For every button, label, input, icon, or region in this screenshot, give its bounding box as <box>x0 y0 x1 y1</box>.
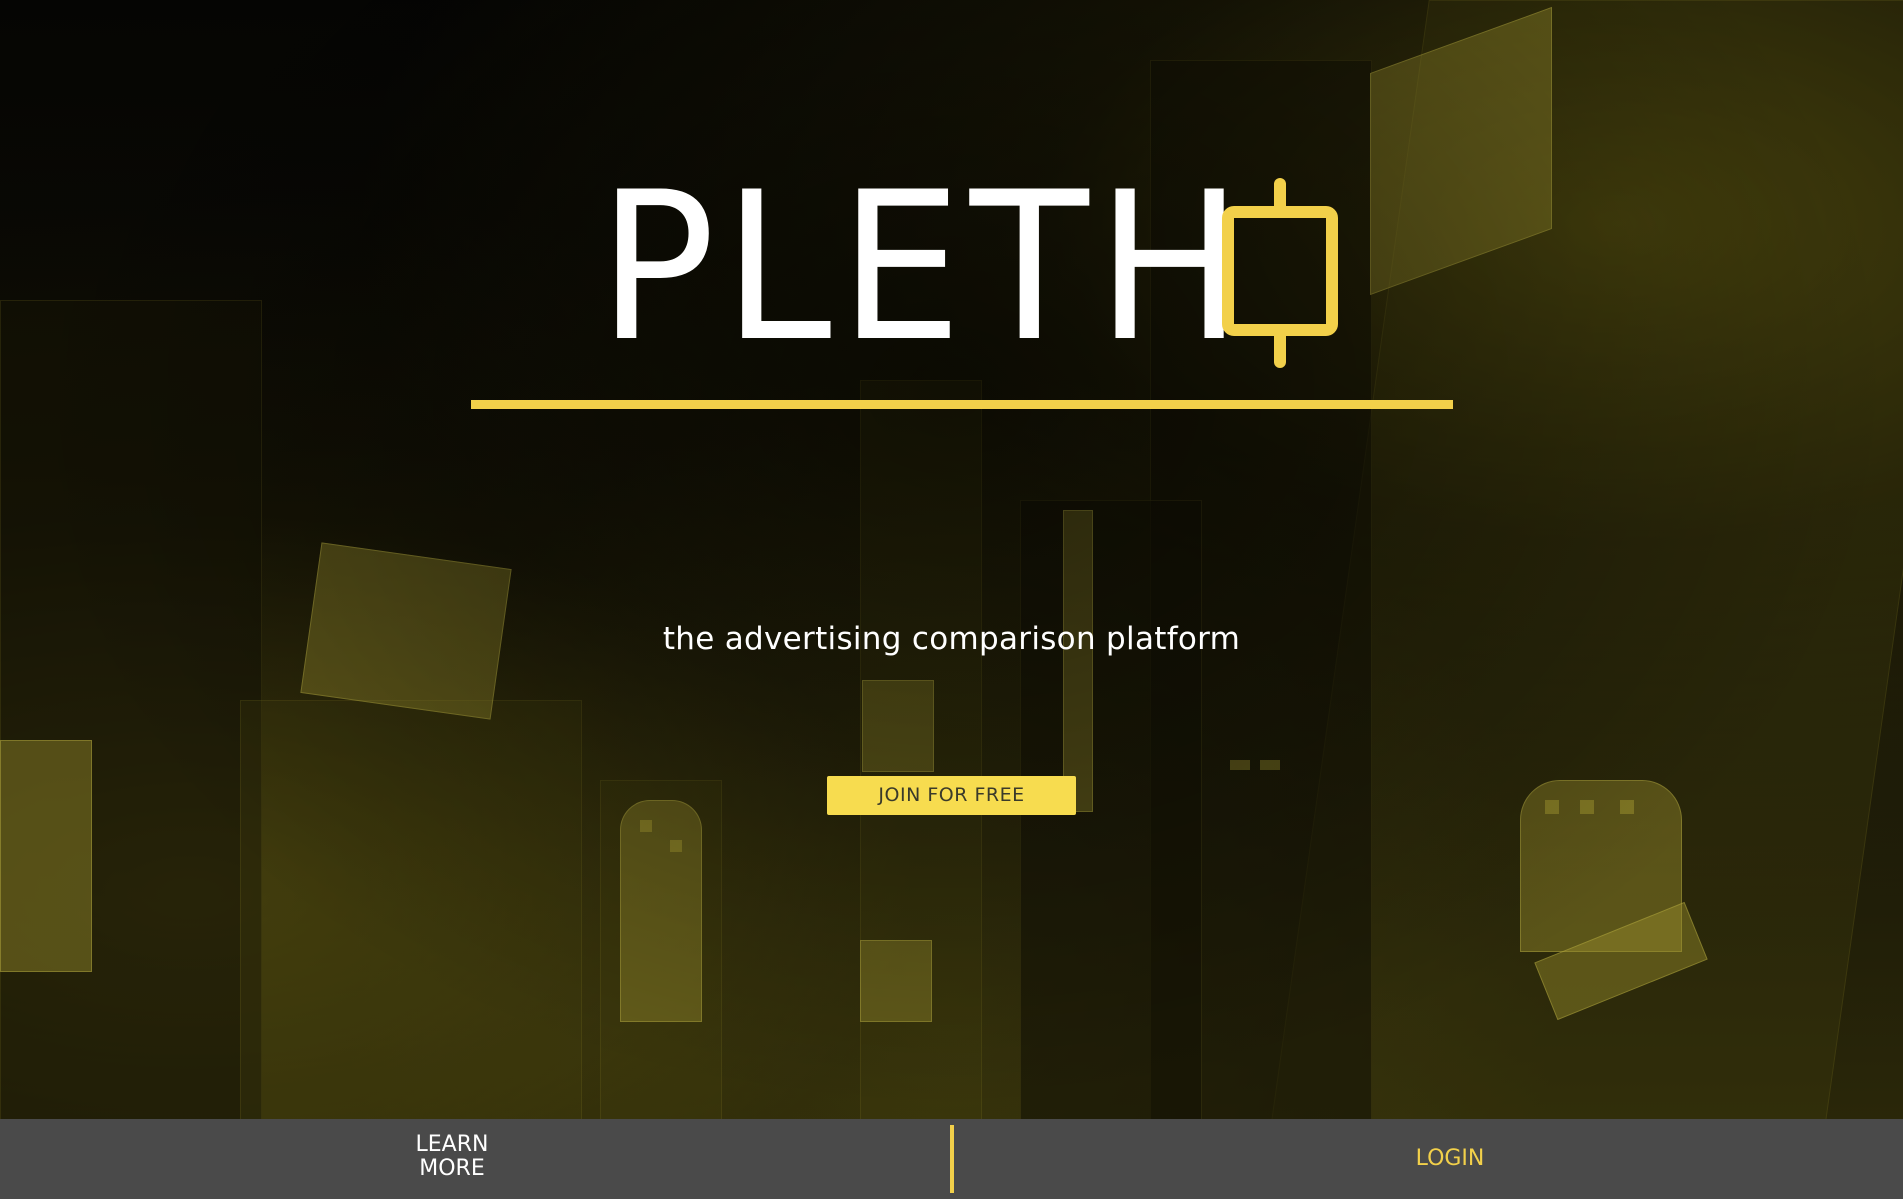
logo-underline <box>471 400 1453 409</box>
pletho-logo: PLETH <box>598 149 1348 387</box>
landing-page: PLETH the advertising comparison platfor… <box>0 0 1903 1199</box>
bottom-nav-bar: LEARN MORE LOGIN <box>0 1119 1903 1199</box>
learn-more-link[interactable]: LEARN MORE <box>380 1133 524 1181</box>
tagline: the advertising comparison platform <box>662 621 1241 657</box>
nav-divider <box>950 1125 954 1193</box>
join-for-free-button[interactable]: JOIN FOR FREE <box>827 776 1076 815</box>
learn-more-label-line2: MORE <box>419 1156 485 1181</box>
candlestick-o-icon <box>1222 178 1338 368</box>
logo-wordmark: PLETH <box>598 149 1251 387</box>
login-link[interactable]: LOGIN <box>1400 1145 1500 1173</box>
learn-more-label-line1: LEARN <box>415 1132 489 1157</box>
